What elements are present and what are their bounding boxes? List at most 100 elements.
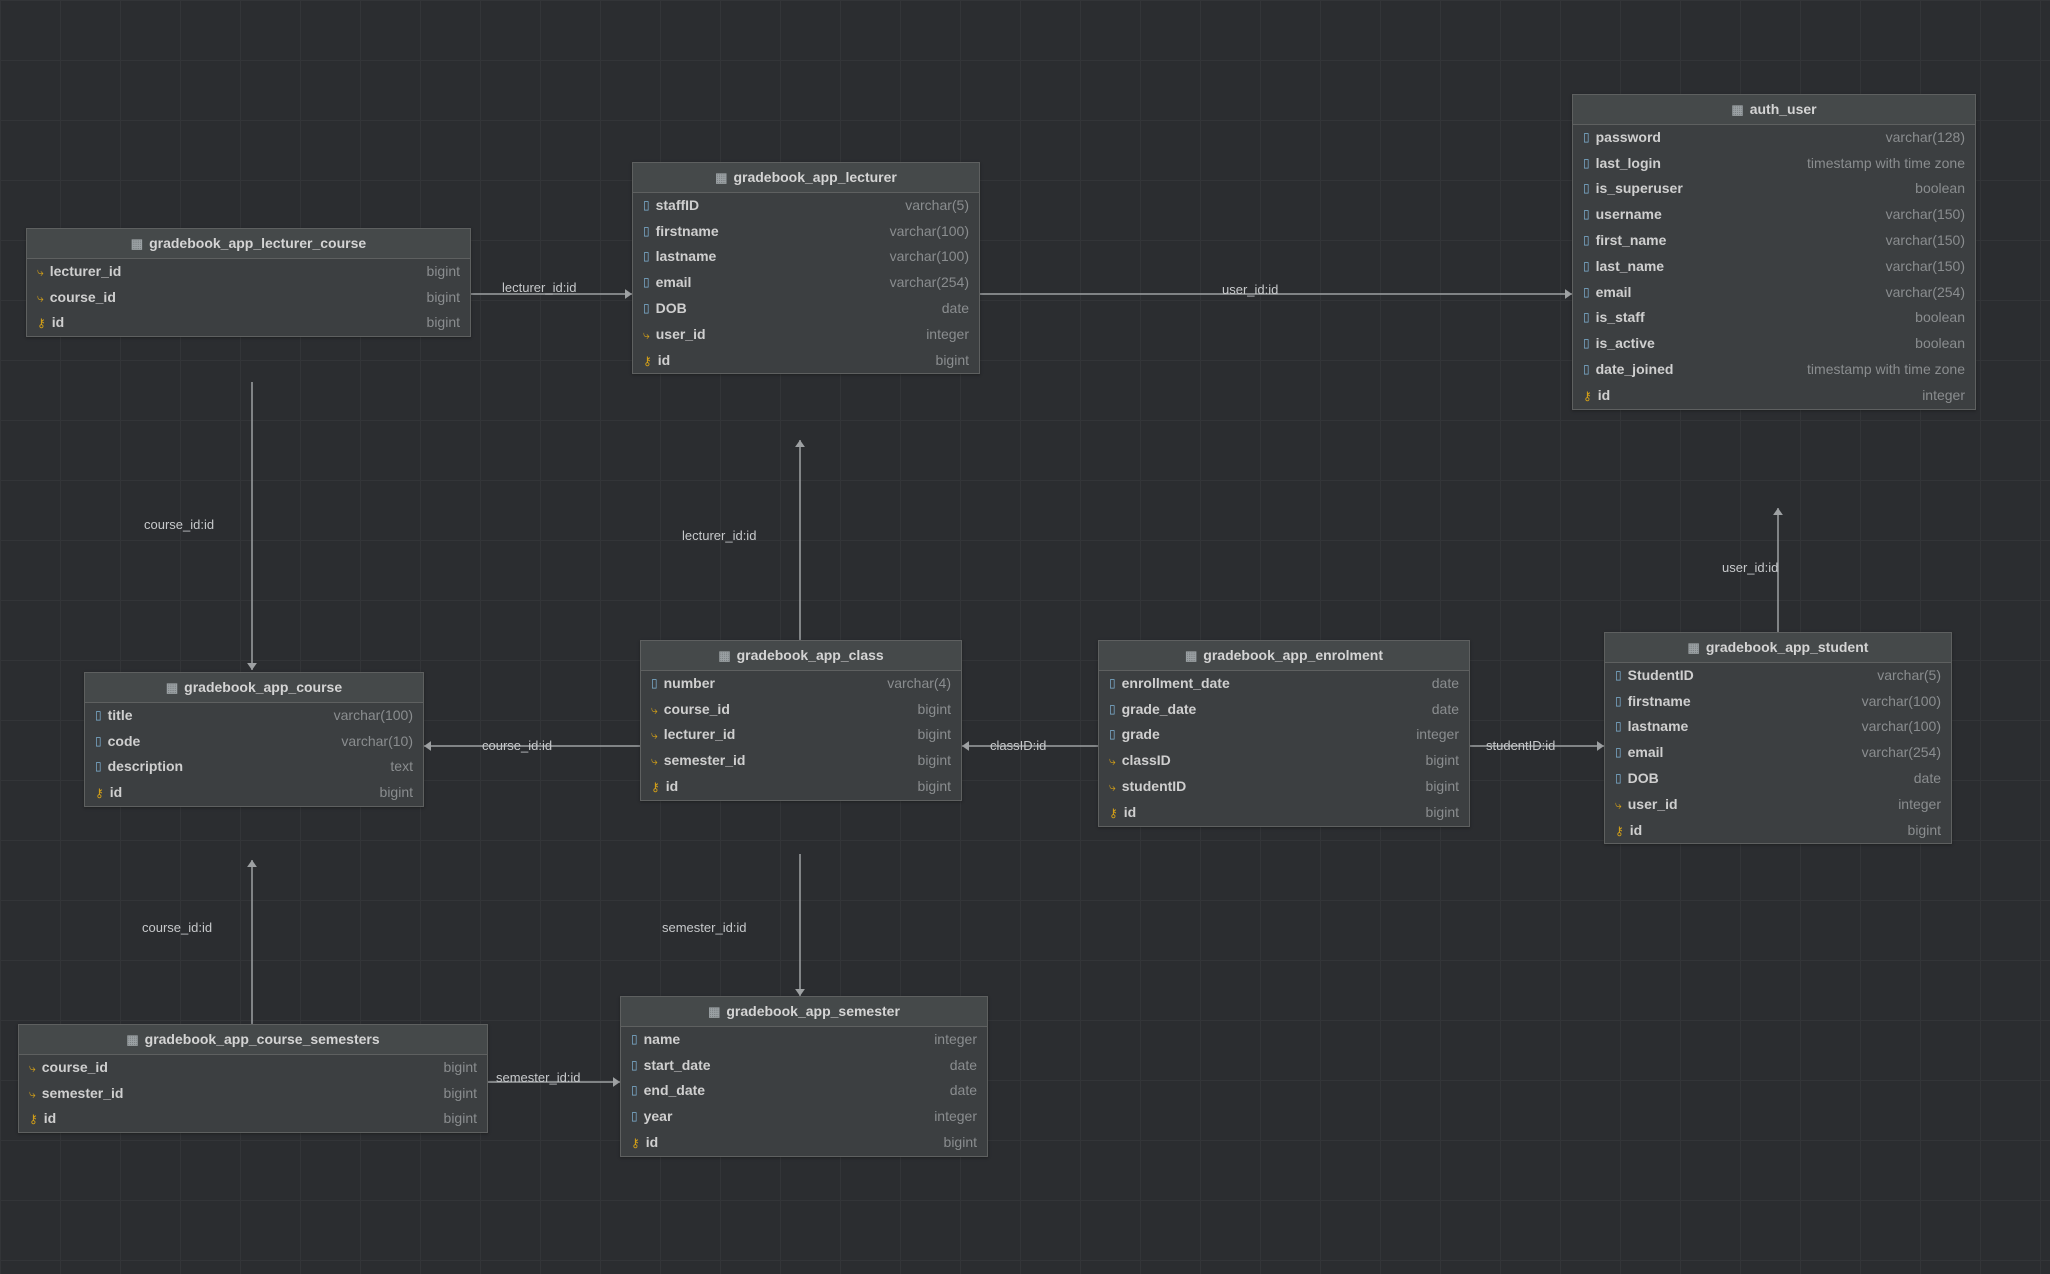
column-row[interactable]: studentIDbigint xyxy=(1099,774,1469,800)
column-row[interactable]: StudentIDvarchar(5) xyxy=(1605,663,1951,689)
column-row[interactable]: course_idbigint xyxy=(641,697,961,723)
column-row[interactable]: course_idbigint xyxy=(27,285,470,311)
table-lecturer[interactable]: gradebook_app_lecturerstaffIDvarchar(5)f… xyxy=(632,162,980,374)
column-row[interactable]: lastnamevarchar(100) xyxy=(633,244,979,270)
column-row[interactable]: staffIDvarchar(5) xyxy=(633,193,979,219)
column-row[interactable]: last_namevarchar(150) xyxy=(1573,254,1975,280)
column-type: varchar(10) xyxy=(341,733,413,750)
column-type: bigint xyxy=(1908,822,1941,839)
column-icon xyxy=(1583,361,1590,378)
column-row[interactable]: start_datedate xyxy=(621,1053,987,1079)
column-type: varchar(100) xyxy=(890,248,969,265)
column-name: user_id xyxy=(656,326,706,343)
column-row[interactable]: classIDbigint xyxy=(1099,748,1469,774)
table-header[interactable]: auth_user xyxy=(1573,95,1975,125)
column-row[interactable]: codevarchar(10) xyxy=(85,729,423,755)
table-lecturer_course[interactable]: gradebook_app_lecturer_courselecturer_id… xyxy=(26,228,471,337)
column-row[interactable]: emailvarchar(254) xyxy=(633,270,979,296)
foreign-key-icon xyxy=(1109,778,1116,795)
table-header[interactable]: gradebook_app_course_semesters xyxy=(19,1025,487,1055)
column-row[interactable]: lecturer_idbigint xyxy=(641,722,961,748)
column-row[interactable]: last_logintimestamp with time zone xyxy=(1573,151,1975,177)
column-row[interactable]: is_superuserboolean xyxy=(1573,176,1975,202)
column-icon xyxy=(643,197,650,214)
column-icon xyxy=(1583,258,1590,275)
table-enrolment[interactable]: gradebook_app_enrolmentenrollment_dateda… xyxy=(1098,640,1470,827)
column-icon xyxy=(631,1031,638,1048)
column-row[interactable]: is_staffboolean xyxy=(1573,305,1975,331)
column-name: id xyxy=(44,1110,56,1127)
table-header[interactable]: gradebook_app_lecturer xyxy=(633,163,979,193)
column-type: varchar(254) xyxy=(890,274,969,291)
foreign-key-icon xyxy=(651,701,658,718)
column-type: varchar(254) xyxy=(1886,284,1965,301)
table-header[interactable]: gradebook_app_course xyxy=(85,673,423,703)
table-student[interactable]: gradebook_app_studentStudentIDvarchar(5)… xyxy=(1604,632,1952,844)
column-row[interactable]: idbigint xyxy=(27,310,470,336)
column-row[interactable]: titlevarchar(100) xyxy=(85,703,423,729)
column-row[interactable]: yearinteger xyxy=(621,1104,987,1130)
column-row[interactable]: idbigint xyxy=(633,348,979,374)
column-row[interactable]: date_joinedtimestamp with time zone xyxy=(1573,357,1975,383)
column-type: date xyxy=(950,1057,977,1074)
column-icon xyxy=(643,248,650,265)
foreign-key-icon xyxy=(37,263,44,280)
column-row[interactable]: course_idbigint xyxy=(19,1055,487,1081)
column-row[interactable]: usernamevarchar(150) xyxy=(1573,202,1975,228)
column-row[interactable]: DOBdate xyxy=(633,296,979,322)
primary-key-icon xyxy=(1583,387,1592,404)
table-header[interactable]: gradebook_app_semester xyxy=(621,997,987,1027)
table-course[interactable]: gradebook_app_coursetitlevarchar(100)cod… xyxy=(84,672,424,807)
column-row[interactable]: is_activeboolean xyxy=(1573,331,1975,357)
column-name: user_id xyxy=(1628,796,1678,813)
column-row[interactable]: semester_idbigint xyxy=(641,748,961,774)
column-row[interactable]: lastnamevarchar(100) xyxy=(1605,714,1951,740)
table-icon xyxy=(1688,639,1700,656)
foreign-key-icon xyxy=(1109,752,1116,769)
diagram-canvas[interactable]: gradebook_app_lecturer_courselecturer_id… xyxy=(0,0,2050,1274)
primary-key-icon xyxy=(29,1110,38,1127)
column-row[interactable]: user_idinteger xyxy=(1605,792,1951,818)
table-icon xyxy=(715,169,727,186)
column-row[interactable]: idbigint xyxy=(85,780,423,806)
column-row[interactable]: lecturer_idbigint xyxy=(27,259,470,285)
column-row[interactable]: idbigint xyxy=(641,774,961,800)
table-semester[interactable]: gradebook_app_semesternameintegerstart_d… xyxy=(620,996,988,1157)
table-class[interactable]: gradebook_app_classnumbervarchar(4)cours… xyxy=(640,640,962,801)
column-row[interactable]: idbigint xyxy=(1605,818,1951,844)
column-row[interactable]: numbervarchar(4) xyxy=(641,671,961,697)
column-row[interactable]: emailvarchar(254) xyxy=(1573,280,1975,306)
column-type: bigint xyxy=(427,314,460,331)
column-row[interactable]: first_namevarchar(150) xyxy=(1573,228,1975,254)
column-name: course_id xyxy=(664,701,730,718)
table-header[interactable]: gradebook_app_class xyxy=(641,641,961,671)
column-row[interactable]: idinteger xyxy=(1573,383,1975,409)
column-row[interactable]: end_datedate xyxy=(621,1078,987,1104)
arrowhead-icon xyxy=(795,440,805,447)
column-row[interactable]: enrollment_datedate xyxy=(1099,671,1469,697)
table-course_semesters[interactable]: gradebook_app_course_semesterscourse_idb… xyxy=(18,1024,488,1133)
column-type: bigint xyxy=(427,289,460,306)
column-row[interactable]: idbigint xyxy=(621,1130,987,1156)
table-header[interactable]: gradebook_app_lecturer_course xyxy=(27,229,470,259)
column-row[interactable]: descriptiontext xyxy=(85,754,423,780)
column-row[interactable]: semester_idbigint xyxy=(19,1081,487,1107)
column-icon xyxy=(95,758,102,775)
column-row[interactable]: DOBdate xyxy=(1605,766,1951,792)
column-row[interactable]: grade_datedate xyxy=(1099,697,1469,723)
table-auth_user[interactable]: auth_userpasswordvarchar(128)last_logint… xyxy=(1572,94,1976,410)
column-row[interactable]: passwordvarchar(128) xyxy=(1573,125,1975,151)
column-row[interactable]: gradeinteger xyxy=(1099,722,1469,748)
column-row[interactable]: user_idinteger xyxy=(633,322,979,348)
table-header[interactable]: gradebook_app_enrolment xyxy=(1099,641,1469,671)
table-header[interactable]: gradebook_app_student xyxy=(1605,633,1951,663)
relationship-label: course_id:id xyxy=(140,920,214,935)
column-row[interactable]: emailvarchar(254) xyxy=(1605,740,1951,766)
column-row[interactable]: firstnamevarchar(100) xyxy=(1605,689,1951,715)
column-row[interactable]: firstnamevarchar(100) xyxy=(633,219,979,245)
column-name: grade xyxy=(1122,726,1160,743)
column-row[interactable]: idbigint xyxy=(19,1106,487,1132)
primary-key-icon xyxy=(37,314,46,331)
column-row[interactable]: idbigint xyxy=(1099,800,1469,826)
column-row[interactable]: nameinteger xyxy=(621,1027,987,1053)
